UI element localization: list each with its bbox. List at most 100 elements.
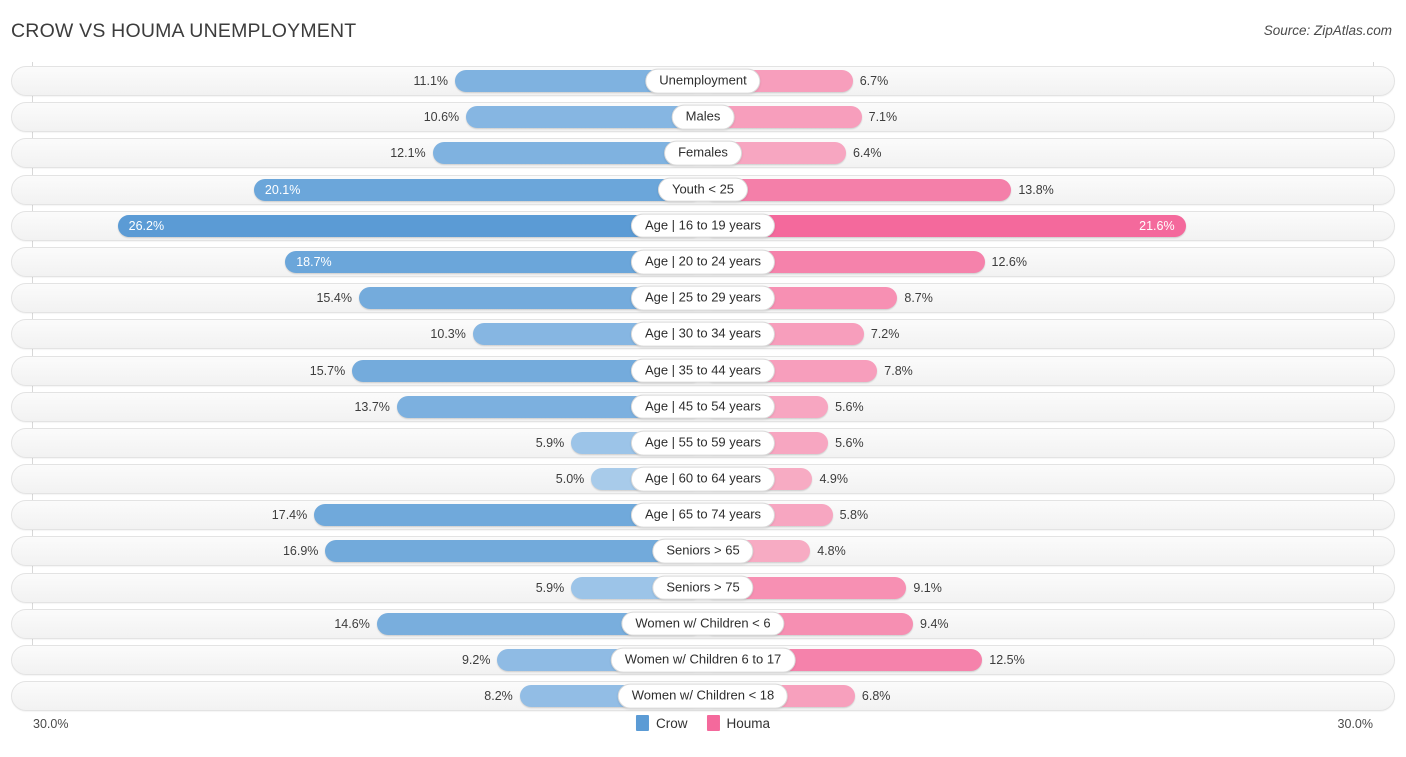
legend-item-crow[interactable]: Crow — [635, 715, 688, 731]
bar-value-houma: 6.4% — [852, 146, 882, 161]
table-row[interactable]: 17.4% 5.8% Age | 65 to 74 years — [11, 500, 1395, 531]
bar-value-houma: 7.2% — [870, 327, 900, 342]
row-category-label: Women w/ Children < 18 — [617, 683, 789, 709]
bar-houma[interactable] — [703, 178, 1012, 201]
table-row[interactable]: 5.0% 4.9% Age | 60 to 64 years — [11, 464, 1395, 495]
row-category-label: Age | 30 to 34 years — [630, 321, 776, 347]
bar-half-right: 9.1% — [703, 574, 1394, 602]
table-row[interactable]: 9.2% 12.5% Women w/ Children 6 to 17 — [11, 645, 1395, 675]
table-row[interactable]: 10.6% 7.1% Males — [11, 102, 1395, 133]
row-category-label: Unemployment — [645, 68, 761, 94]
chart-legend: Crow Houma — [635, 715, 770, 731]
row-category-label: Seniors > 75 — [652, 575, 754, 600]
chart-header: CROW VS HOUMA UNEMPLOYMENT Source: ZipAt… — [0, 0, 1406, 62]
row-category-label: Seniors > 65 — [652, 539, 754, 564]
bar-crow[interactable] — [325, 540, 703, 563]
bar-half-right: 8.7% — [703, 284, 1394, 312]
bar-half-left: 20.1% — [12, 176, 703, 204]
bar-crow[interactable] — [466, 106, 703, 129]
axis-label-right-max: 30.0% — [1337, 717, 1373, 731]
bar-half-right: 4.9% — [703, 465, 1394, 493]
bar-half-right: 6.4% — [703, 139, 1394, 167]
bar-value-crow: 13.7% — [354, 399, 390, 414]
bar-half-right: 7.1% — [703, 103, 1394, 131]
bar-half-right: 4.8% — [703, 537, 1394, 565]
row-category-label: Age | 16 to 19 years — [630, 213, 776, 239]
row-category-label: Males — [671, 104, 735, 130]
bar-value-crow: 14.6% — [334, 616, 370, 631]
row-category-label: Age | 45 to 54 years — [630, 394, 776, 420]
bar-value-houma: 7.1% — [868, 110, 898, 125]
bar-half-right: 5.8% — [703, 501, 1394, 529]
bar-value-houma: 21.6% — [1139, 218, 1175, 233]
bar-half-left: 15.7% — [12, 357, 703, 385]
table-row[interactable]: 5.9% 5.6% Age | 55 to 59 years — [11, 427, 1395, 458]
row-category-label: Age | 20 to 24 years — [630, 249, 776, 275]
row-category-label: Age | 60 to 64 years — [630, 466, 776, 492]
bar-value-houma: 5.6% — [835, 399, 864, 414]
bar-value-crow: 20.1% — [264, 182, 301, 197]
table-row[interactable]: 18.7% 12.6% Age | 20 to 24 years — [11, 246, 1395, 277]
bar-value-houma: 12.6% — [991, 254, 1027, 269]
bar-value-houma: 12.5% — [989, 653, 1025, 667]
table-row[interactable]: 15.4% 8.7% Age | 25 to 29 years — [11, 283, 1395, 314]
bar-value-houma: 8.7% — [904, 291, 933, 306]
bar-half-left: 18.7% — [12, 248, 703, 276]
bar-half-right: 6.8% — [703, 682, 1394, 710]
table-row[interactable]: 14.6% 9.4% Women w/ Children < 6 — [11, 608, 1395, 639]
bar-half-left: 10.3% — [12, 320, 703, 348]
table-row[interactable]: 5.9% 9.1% Seniors > 75 — [11, 572, 1395, 603]
bar-value-houma: 13.8% — [1018, 182, 1054, 197]
bar-crow[interactable] — [432, 142, 703, 165]
bar-half-right: 21.6% — [703, 212, 1394, 240]
bar-value-houma: 4.9% — [819, 472, 848, 487]
bar-value-houma: 9.1% — [913, 580, 942, 595]
bar-half-left: 16.9% — [12, 537, 703, 565]
bar-half-right: 6.7% — [703, 67, 1394, 95]
bar-value-crow: 15.4% — [316, 291, 352, 306]
bar-value-houma: 6.7% — [859, 74, 889, 88]
table-row[interactable]: 10.3% 7.2% Age | 30 to 34 years — [11, 319, 1395, 350]
bar-half-right: 5.6% — [703, 393, 1394, 421]
bar-value-houma: 5.8% — [839, 508, 869, 523]
bar-value-houma: 6.8% — [861, 689, 891, 704]
bar-houma[interactable]: 21.6% — [703, 214, 1186, 237]
table-row[interactable]: 16.9% 4.8% Seniors > 65 — [11, 536, 1395, 567]
bar-half-left: 5.0% — [12, 465, 703, 493]
bar-half-right: 12.5% — [703, 646, 1394, 674]
legend-swatch-houma — [706, 715, 720, 731]
bar-value-crow: 5.0% — [555, 472, 585, 487]
table-row[interactable]: 15.7% 7.8% Age | 35 to 44 years — [11, 355, 1395, 386]
bar-value-crow: 10.6% — [423, 110, 460, 125]
bar-value-crow: 8.2% — [484, 689, 513, 704]
bar-value-crow: 26.2% — [128, 218, 165, 233]
table-row[interactable]: 8.2% 6.8% Women w/ Children < 18 — [11, 681, 1395, 712]
source-attribution: Source: ZipAtlas.com — [1263, 23, 1392, 38]
legend-label-crow: Crow — [655, 715, 688, 731]
bar-value-crow: 10.3% — [430, 327, 466, 342]
table-row[interactable]: 12.1% 6.4% Females — [11, 138, 1395, 169]
legend-item-houma[interactable]: Houma — [706, 715, 770, 731]
row-category-label: Youth < 25 — [657, 177, 749, 202]
bar-half-left: 8.2% — [12, 682, 703, 710]
bar-half-left: 10.6% — [12, 103, 703, 131]
bar-half-right: 9.4% — [703, 610, 1394, 638]
bar-value-crow: 11.1% — [413, 74, 449, 88]
table-row[interactable]: 20.1% 13.8% Youth < 25 — [11, 174, 1395, 205]
axis-label-left-max: 30.0% — [33, 717, 69, 731]
bar-half-right: 7.2% — [703, 320, 1394, 348]
table-row[interactable]: 13.7% 5.6% Age | 45 to 54 years — [11, 391, 1395, 422]
bar-half-right: 13.8% — [703, 176, 1394, 204]
bar-crow[interactable]: 26.2% — [117, 214, 703, 237]
bar-value-crow: 5.9% — [535, 435, 565, 450]
bar-half-left: 15.4% — [12, 284, 703, 312]
bar-half-left: 14.6% — [12, 610, 703, 638]
bar-crow[interactable]: 20.1% — [253, 178, 703, 201]
row-category-label: Females — [664, 141, 742, 166]
bar-half-left: 13.7% — [12, 393, 703, 421]
table-row[interactable]: 26.2% 21.6% Age | 16 to 19 years — [11, 210, 1395, 241]
row-category-label: Age | 55 to 59 years — [630, 430, 776, 456]
bar-value-crow: 5.9% — [535, 580, 565, 595]
table-row[interactable]: 11.1% 6.7% Unemployment — [11, 66, 1395, 96]
chart-plot-area: 11.1% 6.7% Unemployment 10.6% 7.1% Males 12.1%… — [11, 62, 1395, 717]
